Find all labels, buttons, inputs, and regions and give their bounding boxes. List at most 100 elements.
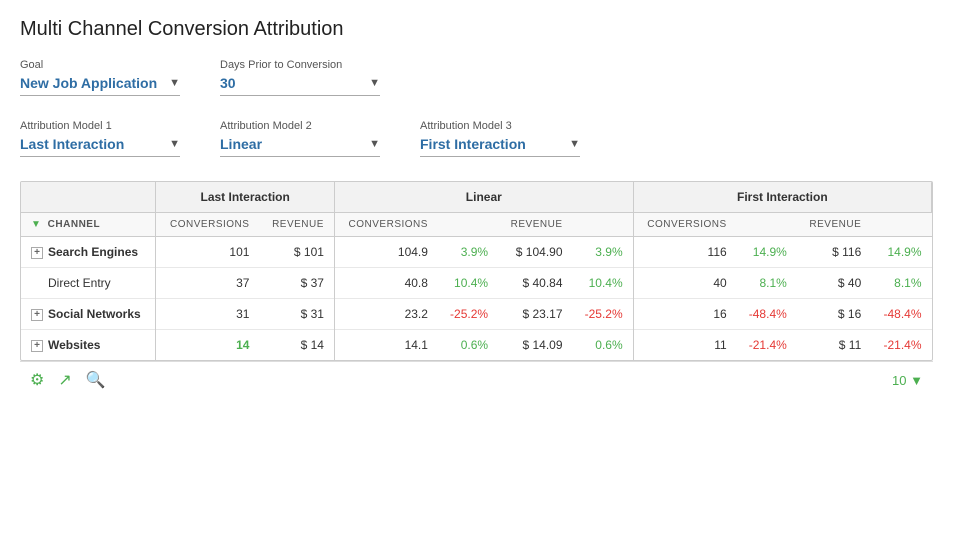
model1-value: Last Interaction bbox=[20, 136, 163, 152]
last-conversions: 31 bbox=[156, 299, 260, 330]
first-rev-pct: 14.9% bbox=[871, 237, 931, 268]
expand-icon[interactable]: + bbox=[31, 340, 43, 352]
last-revenue: $ 31 bbox=[259, 299, 334, 330]
first-revenue: $ 116 bbox=[797, 237, 871, 268]
channel-name: +Social Networks bbox=[21, 299, 156, 330]
expand-icon[interactable]: + bbox=[31, 309, 43, 321]
search-icon[interactable]: 🔍 bbox=[86, 370, 106, 390]
model1-header: Last Interaction bbox=[156, 182, 335, 213]
model1-label: Attribution Model 1 bbox=[20, 120, 180, 132]
linear-conversions: 40.8 bbox=[334, 268, 438, 299]
first-rev-pct-header bbox=[871, 213, 931, 237]
model1-arrow: ▼ bbox=[169, 138, 180, 150]
last-conversions: 37 bbox=[156, 268, 260, 299]
model1-control: Attribution Model 1 Last Interaction ▼ bbox=[20, 120, 180, 157]
linear-revenue-header: REVENUE bbox=[498, 213, 572, 237]
linear-revenue: $ 23.17 bbox=[498, 299, 572, 330]
page-title: Multi Channel Conversion Attribution bbox=[20, 18, 933, 41]
goal-value: New Job Application bbox=[20, 75, 163, 91]
model2-control: Attribution Model 2 Linear ▼ bbox=[220, 120, 380, 157]
footer-actions: ⚙ ↗ 🔍 bbox=[30, 370, 106, 390]
goal-dropdown[interactable]: New Job Application ▼ bbox=[20, 75, 180, 96]
last-revenue: $ 101 bbox=[259, 237, 334, 268]
days-dropdown[interactable]: 30 ▼ bbox=[220, 75, 380, 96]
first-rev-pct: -48.4% bbox=[871, 299, 931, 330]
table-footer: ⚙ ↗ 🔍 10 ▼ bbox=[20, 361, 933, 398]
linear-rev-pct-header bbox=[573, 213, 634, 237]
first-conv-pct: 8.1% bbox=[737, 268, 797, 299]
goal-control: Goal New Job Application ▼ bbox=[20, 59, 180, 96]
channel-name: +Search Engines bbox=[21, 237, 156, 268]
first-conversions: 40 bbox=[633, 268, 737, 299]
goal-label: Goal bbox=[20, 59, 180, 71]
first-conversions: 116 bbox=[633, 237, 737, 268]
data-table: Last Interaction Linear First Interactio… bbox=[20, 181, 933, 361]
table-row: +Websites 14 $ 14 14.1 0.6% $ 14.09 0.6%… bbox=[21, 330, 932, 361]
first-revenue: $ 11 bbox=[797, 330, 871, 361]
goal-arrow: ▼ bbox=[169, 77, 180, 89]
first-conversions: 11 bbox=[633, 330, 737, 361]
model2-arrow: ▼ bbox=[369, 138, 380, 150]
linear-conv-pct-header bbox=[438, 213, 498, 237]
days-label: Days Prior to Conversion bbox=[220, 59, 380, 71]
first-rev-pct: 8.1% bbox=[871, 268, 931, 299]
export-icon[interactable]: ↗ bbox=[58, 370, 71, 390]
model3-control: Attribution Model 3 First Interaction ▼ bbox=[420, 120, 580, 157]
days-value: 30 bbox=[220, 75, 363, 91]
channel-col-header[interactable]: ▼ CHANNEL bbox=[21, 213, 156, 237]
linear-conv-pct: 3.9% bbox=[438, 237, 498, 268]
expand-icon[interactable]: + bbox=[31, 247, 43, 259]
sort-icon: ▼ bbox=[31, 219, 41, 230]
linear-rev-pct: 3.9% bbox=[573, 237, 634, 268]
linear-rev-pct: 10.4% bbox=[573, 268, 634, 299]
linear-revenue: $ 40.84 bbox=[498, 268, 572, 299]
linear-rev-pct: -25.2% bbox=[573, 299, 634, 330]
linear-conversions-header: CONVERSIONS bbox=[334, 213, 438, 237]
days-control: Days Prior to Conversion 30 ▼ bbox=[220, 59, 380, 96]
first-conv-pct-header bbox=[737, 213, 797, 237]
days-arrow: ▼ bbox=[369, 77, 380, 89]
model3-dropdown[interactable]: First Interaction ▼ bbox=[420, 136, 580, 157]
first-rev-pct: -21.4% bbox=[871, 330, 931, 361]
first-revenue-header: REVENUE bbox=[797, 213, 871, 237]
channel-name: Direct Entry bbox=[21, 268, 156, 299]
linear-conversions: 104.9 bbox=[334, 237, 438, 268]
first-conv-pct: -48.4% bbox=[737, 299, 797, 330]
model3-value: First Interaction bbox=[420, 136, 563, 152]
model2-value: Linear bbox=[220, 136, 363, 152]
linear-conv-pct: 0.6% bbox=[438, 330, 498, 361]
first-revenue: $ 40 bbox=[797, 268, 871, 299]
first-conv-pct: 14.9% bbox=[737, 237, 797, 268]
linear-revenue: $ 104.90 bbox=[498, 237, 572, 268]
model2-label: Attribution Model 2 bbox=[220, 120, 380, 132]
gear-icon[interactable]: ⚙ bbox=[30, 370, 44, 390]
table-row: +Social Networks 31 $ 31 23.2 -25.2% $ 2… bbox=[21, 299, 932, 330]
linear-conversions: 23.2 bbox=[334, 299, 438, 330]
model2-dropdown[interactable]: Linear ▼ bbox=[220, 136, 380, 157]
last-conversions: 14 bbox=[156, 330, 260, 361]
last-conversions-header[interactable]: CONVERSIONS bbox=[156, 213, 260, 237]
first-conversions-header: CONVERSIONS bbox=[633, 213, 737, 237]
linear-conv-pct: -25.2% bbox=[438, 299, 498, 330]
first-conversions: 16 bbox=[633, 299, 737, 330]
model2-header: Linear bbox=[334, 182, 633, 213]
last-conversions: 101 bbox=[156, 237, 260, 268]
model3-arrow: ▼ bbox=[569, 138, 580, 150]
table-row: Direct Entry 37 $ 37 40.8 10.4% $ 40.84 … bbox=[21, 268, 932, 299]
first-revenue: $ 16 bbox=[797, 299, 871, 330]
first-conv-pct: -21.4% bbox=[737, 330, 797, 361]
model3-label: Attribution Model 3 bbox=[420, 120, 580, 132]
linear-conv-pct: 10.4% bbox=[438, 268, 498, 299]
last-revenue-header: REVENUE bbox=[259, 213, 334, 237]
model3-header: First Interaction bbox=[633, 182, 931, 213]
empty-header bbox=[21, 182, 156, 213]
last-revenue: $ 14 bbox=[259, 330, 334, 361]
model1-dropdown[interactable]: Last Interaction ▼ bbox=[20, 136, 180, 157]
last-revenue: $ 37 bbox=[259, 268, 334, 299]
table-row: +Search Engines 101 $ 101 104.9 3.9% $ 1… bbox=[21, 237, 932, 268]
linear-revenue: $ 14.09 bbox=[498, 330, 572, 361]
pagination-control[interactable]: 10 ▼ bbox=[892, 373, 923, 388]
channel-name: +Websites bbox=[21, 330, 156, 361]
linear-conversions: 14.1 bbox=[334, 330, 438, 361]
linear-rev-pct: 0.6% bbox=[573, 330, 634, 361]
